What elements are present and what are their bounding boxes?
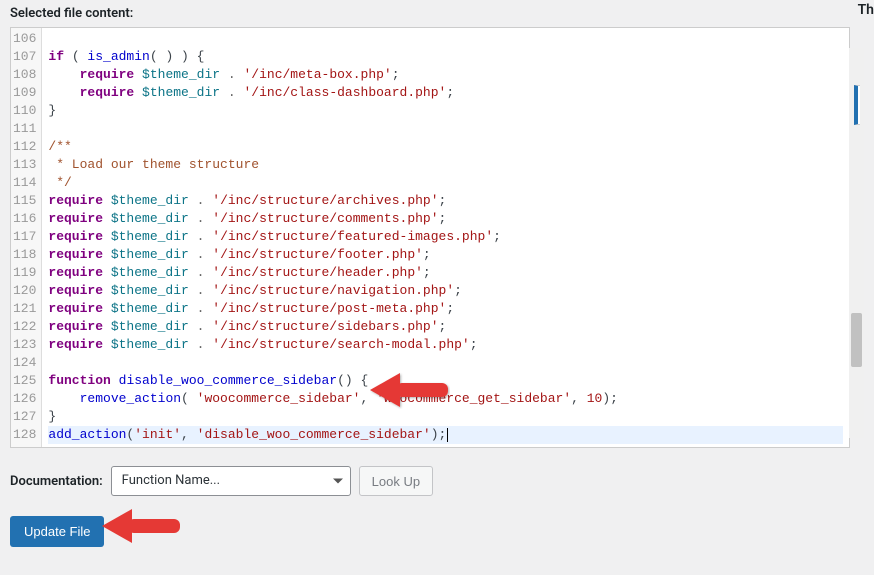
function-name-select[interactable]: Function Name...	[111, 466, 351, 496]
code-line[interactable]: require $theme_dir . '/inc/structure/arc…	[48, 192, 843, 210]
code-line[interactable]: remove_action( 'woocommerce_sidebar', 'w…	[48, 390, 843, 408]
lookup-button[interactable]: Look Up	[359, 466, 433, 496]
documentation-label: Documentation:	[10, 474, 103, 489]
right-panel-title: Th	[858, 2, 874, 18]
right-side-indicator	[854, 85, 860, 125]
code-line[interactable]: require $theme_dir . '/inc/structure/fea…	[48, 228, 843, 246]
code-line[interactable]: require $theme_dir . '/inc/class-dashboa…	[48, 84, 843, 102]
code-line[interactable]: require $theme_dir . '/inc/structure/hea…	[48, 264, 843, 282]
chevron-down-icon	[333, 479, 343, 484]
code-line[interactable]	[48, 30, 843, 48]
code-line[interactable]: function disable_woo_commerce_sidebar() …	[48, 372, 843, 390]
code-line[interactable]: add_action('init', 'disable_woo_commerce…	[48, 426, 843, 444]
code-line[interactable]: */	[48, 174, 843, 192]
code-line[interactable]: require $theme_dir . '/inc/structure/pos…	[48, 300, 843, 318]
code-line[interactable]	[48, 120, 843, 138]
code-line[interactable]: if ( is_admin( ) ) {	[48, 48, 843, 66]
code-line[interactable]: require $theme_dir . '/inc/structure/foo…	[48, 246, 843, 264]
line-numbers: 1061071081091101111121131141151161171181…	[11, 28, 42, 447]
code-line[interactable]: require $theme_dir . '/inc/structure/com…	[48, 210, 843, 228]
code-line[interactable]: require $theme_dir . '/inc/structure/nav…	[48, 282, 843, 300]
code-content[interactable]: if ( is_admin( ) ) { require $theme_dir …	[42, 28, 849, 447]
update-file-button[interactable]: Update File	[10, 516, 104, 547]
code-line[interactable]: require $theme_dir . '/inc/meta-box.php'…	[48, 66, 843, 84]
code-line[interactable]: /**	[48, 138, 843, 156]
code-line[interactable]: }	[48, 102, 843, 120]
code-line[interactable]: require $theme_dir . '/inc/structure/sid…	[48, 318, 843, 336]
selected-file-label: Selected file content:	[0, 0, 874, 27]
code-line[interactable]: * Load our theme structure	[48, 156, 843, 174]
code-line[interactable]: }	[48, 408, 843, 426]
code-editor[interactable]: 1061071081091101111121131141151161171181…	[10, 27, 850, 448]
code-line[interactable]	[48, 354, 843, 372]
code-line[interactable]: require $theme_dir . '/inc/structure/sea…	[48, 336, 843, 354]
